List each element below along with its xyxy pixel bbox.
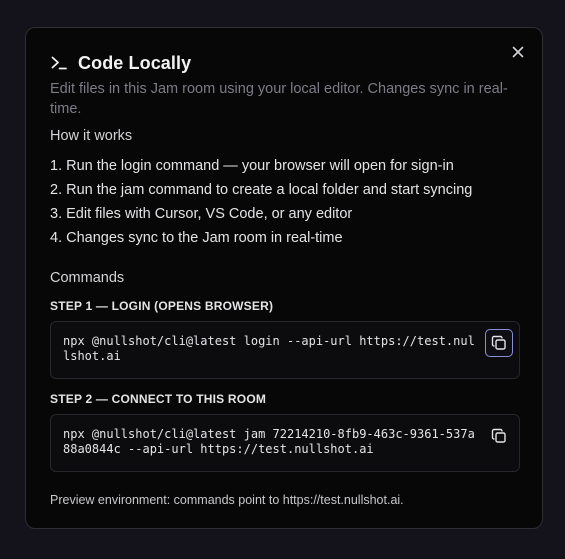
- step2-label: STEP 2 — CONNECT TO THIS ROOM: [50, 392, 267, 406]
- login-command-box[interactable]: npx @nullshot/cli@latest login --api-url…: [50, 321, 520, 379]
- dialog-title: Code Locally: [78, 52, 192, 73]
- dialog-header: Code Locally: [50, 51, 518, 75]
- code-locally-dialog: Code Locally Edit files in this Jam room…: [25, 27, 543, 529]
- copy-icon: [491, 428, 506, 443]
- dialog-description: Edit files in this Jam room using your l…: [50, 81, 508, 117]
- terminal-icon: [50, 54, 68, 72]
- copy-jam-command-button[interactable]: [485, 422, 513, 450]
- jam-command-box[interactable]: npx @nullshot/cli@latest jam 72214210-8f…: [50, 414, 520, 472]
- list-item: 4. Changes sync to the Jam room in real-…: [50, 230, 343, 246]
- environment-note: Preview environment: commands point to h…: [50, 493, 404, 507]
- list-item: 1. Run the login command — your browser …: [50, 158, 454, 174]
- list-item: 2. Run the jam command to create a local…: [50, 182, 473, 198]
- how-it-works-heading: How it works: [50, 128, 133, 144]
- close-icon: [512, 46, 524, 58]
- close-button[interactable]: [508, 42, 528, 62]
- how-it-works-list: 1. Run the login command — your browser …: [50, 154, 518, 250]
- list-item: 3. Edit files with Cursor, VS Code, or a…: [50, 206, 353, 222]
- jam-command-text[interactable]: npx @nullshot/cli@latest jam 72214210-8f…: [63, 427, 475, 457]
- login-command-text[interactable]: npx @nullshot/cli@latest login --api-url…: [63, 334, 475, 364]
- copy-icon: [491, 335, 506, 350]
- copy-login-command-button[interactable]: [485, 329, 513, 357]
- commands-heading: Commands: [50, 270, 125, 286]
- step1-label: STEP 1 — LOGIN (OPENS BROWSER): [50, 299, 274, 313]
